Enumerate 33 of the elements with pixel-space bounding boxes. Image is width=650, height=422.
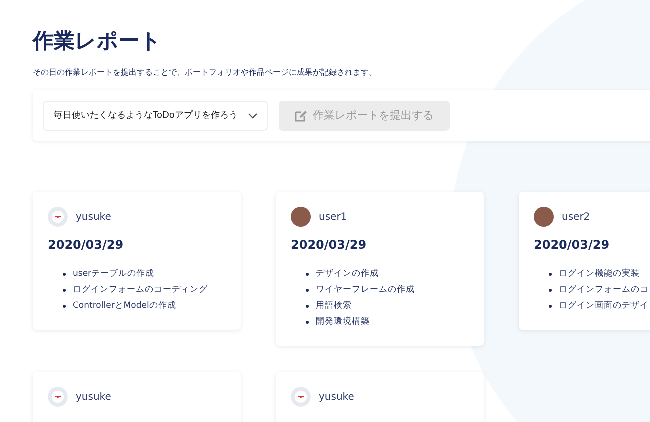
- task-item: 開発環境構築: [316, 316, 370, 329]
- bullet-icon: [549, 272, 552, 276]
- user-name: user2: [562, 212, 590, 222]
- user-name: yusuke: [319, 392, 354, 402]
- page-description: その日の作業レポートを提出することで、ポートフォリオや作品ページに成果が記録されます。: [33, 67, 378, 79]
- task-item: userテーブルの作成: [73, 268, 155, 281]
- bullet-icon: [306, 320, 309, 324]
- user-name: yusuke: [76, 392, 112, 402]
- task-item: 用語検索: [316, 300, 352, 313]
- user-name: yusuke: [76, 212, 112, 222]
- bullet-icon: [63, 288, 66, 292]
- bullet-icon: [549, 288, 552, 292]
- bullet-icon: [63, 304, 66, 308]
- task-item: デザインの作成: [316, 268, 379, 281]
- bullet-icon: [306, 304, 309, 308]
- task-item: ログイン画面のデザイ: [559, 300, 649, 313]
- bullet-icon: [549, 304, 552, 308]
- bullet-icon: [306, 288, 309, 292]
- project-select[interactable]: 毎日使いたくなるようなToDoアプリを作ろう: [43, 100, 268, 130]
- report-date: 2020/03/29: [291, 237, 368, 254]
- task-item: ログイン機能の実装: [559, 268, 640, 281]
- task-item: ログインフォームのコ: [559, 284, 649, 297]
- report-date: 2020/03/29: [534, 237, 611, 254]
- page-title: 作業レポート: [33, 28, 163, 55]
- task-item: ワイヤーフレームの作成: [316, 284, 415, 297]
- user-name: user1: [319, 212, 348, 222]
- task-item: ログインフォームのコーディング: [73, 284, 208, 297]
- bullet-icon: [63, 272, 66, 276]
- bullet-icon: [306, 272, 309, 276]
- edit-icon: [294, 110, 307, 122]
- task-item: ControllerとModelの作成: [73, 300, 176, 313]
- chevron-down-icon: [248, 112, 258, 118]
- report-date: 2020/03/29: [48, 237, 125, 254]
